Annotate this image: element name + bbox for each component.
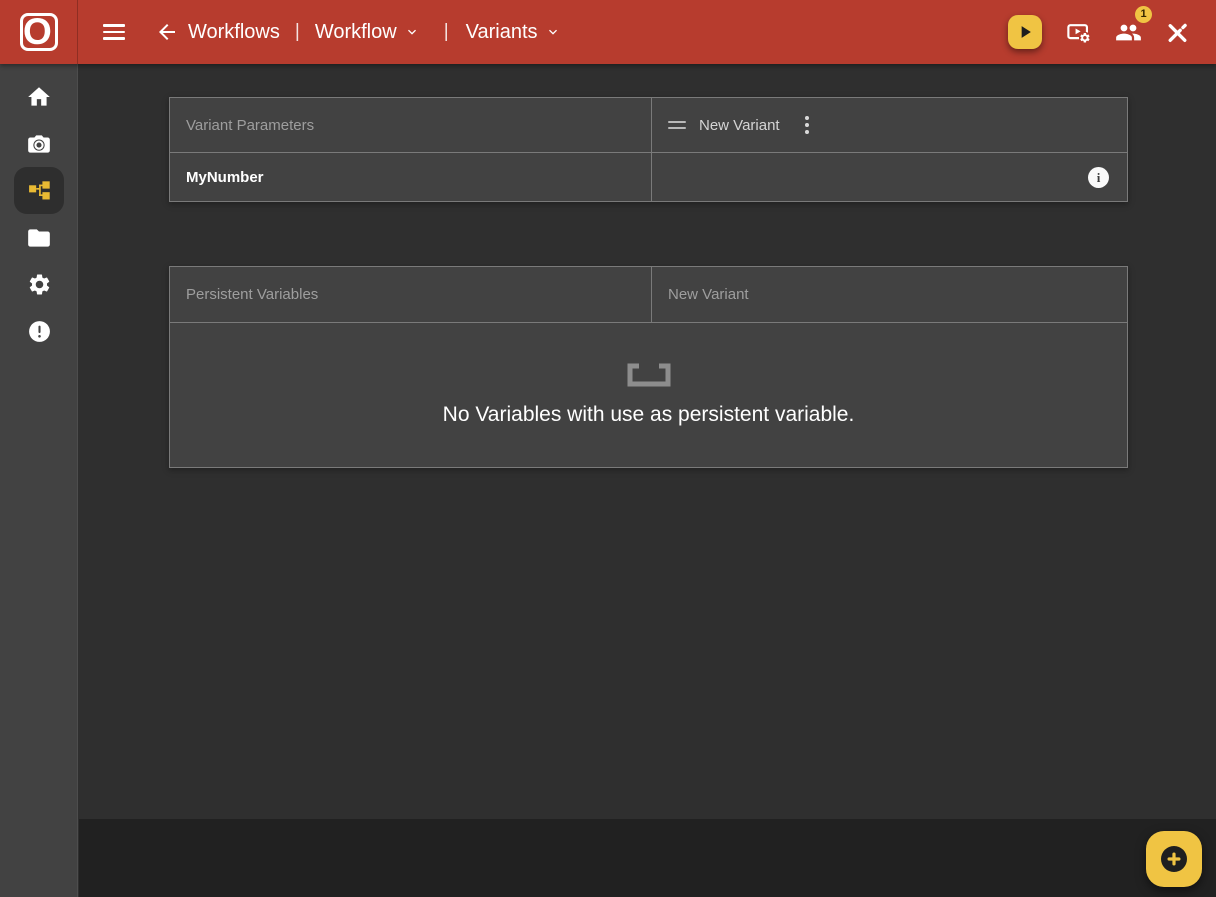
users-icon <box>1115 19 1142 46</box>
video-settings-icon <box>1065 19 1092 46</box>
sidebar-item-home[interactable] <box>0 73 78 120</box>
home-icon <box>26 84 52 110</box>
empty-state-message: No Variables with use as persistent vari… <box>443 403 855 427</box>
run-workflow-button[interactable] <box>1008 15 1042 49</box>
plus-icon <box>1159 844 1189 874</box>
edit-off-icon <box>1165 20 1190 45</box>
breadcrumb-workflows[interactable]: Workflows <box>188 21 280 44</box>
play-icon <box>1015 22 1035 42</box>
parameter-value-cell: i <box>651 153 1127 201</box>
folder-icon <box>26 225 52 251</box>
sidebar-active-indicator <box>14 167 64 214</box>
back-arrow-icon[interactable] <box>154 19 180 45</box>
app-logo[interactable]: O <box>0 0 78 64</box>
disconnect-edit-off-button[interactable] <box>1165 20 1190 45</box>
breadcrumb-workflows-label: Workflows <box>188 21 280 44</box>
workflow-tree-icon <box>27 178 52 203</box>
variants-dropdown[interactable]: Variants <box>466 21 561 44</box>
workflow-dropdown-label: Workflow <box>315 21 397 44</box>
variant-column-header: New Variant <box>651 267 1127 322</box>
logo-frame-icon: O <box>20 13 58 51</box>
camera-icon <box>26 131 52 157</box>
users-count-badge: 1 <box>1135 6 1152 23</box>
persistent-variables-table: Persistent Variables New Variant No Vari… <box>169 266 1128 468</box>
simulation-settings-button[interactable] <box>1065 19 1092 46</box>
app-header: O Workflows | Workflow | Variants <box>0 0 1216 64</box>
variant-parameters-title: Variant Parameters <box>170 98 651 152</box>
sidebar-item-alerts[interactable] <box>0 308 78 355</box>
sidebar-item-workflows[interactable] <box>0 167 78 214</box>
persistent-variables-title: Persistent Variables <box>170 267 651 322</box>
sidebar-item-settings[interactable] <box>0 261 78 308</box>
users-button[interactable]: 1 <box>1115 19 1142 46</box>
sidebar <box>0 64 78 897</box>
variant-menu-kebab-icon[interactable] <box>799 112 815 137</box>
variant-column-header: New Variant <box>651 98 1127 152</box>
empty-state: No Variables with use as persistent vari… <box>170 323 1127 467</box>
empty-tray-icon <box>625 363 673 387</box>
variants-dropdown-label: Variants <box>466 21 538 44</box>
alert-circle-icon <box>27 319 52 344</box>
variant-name-label: New Variant <box>699 117 780 134</box>
info-icon[interactable]: i <box>1088 167 1109 188</box>
main-content: Variant Parameters New Variant MyNumber … <box>79 64 1216 897</box>
variant-parameters-header: Variant Parameters New Variant <box>170 98 1127 153</box>
variant-parameters-table: Variant Parameters New Variant MyNumber … <box>169 97 1128 202</box>
workflow-dropdown[interactable]: Workflow <box>315 21 420 44</box>
drag-handle-icon[interactable] <box>668 117 686 134</box>
breadcrumb-separator: | <box>444 21 449 43</box>
add-variable-fab[interactable] <box>1146 831 1202 887</box>
gear-icon <box>27 272 52 297</box>
sidebar-item-camera[interactable] <box>0 120 78 167</box>
chevron-down-icon <box>404 24 420 40</box>
logo-letter: O <box>23 13 52 50</box>
bottom-bar <box>79 819 1216 897</box>
sidebar-item-files[interactable] <box>0 214 78 261</box>
parameter-name-cell: MyNumber <box>170 153 651 201</box>
persistent-variables-header: Persistent Variables New Variant <box>170 267 1127 323</box>
chevron-down-icon <box>545 24 561 40</box>
menu-icon[interactable] <box>102 20 126 44</box>
breadcrumb-separator: | <box>295 21 300 43</box>
table-row: MyNumber i <box>170 153 1127 201</box>
